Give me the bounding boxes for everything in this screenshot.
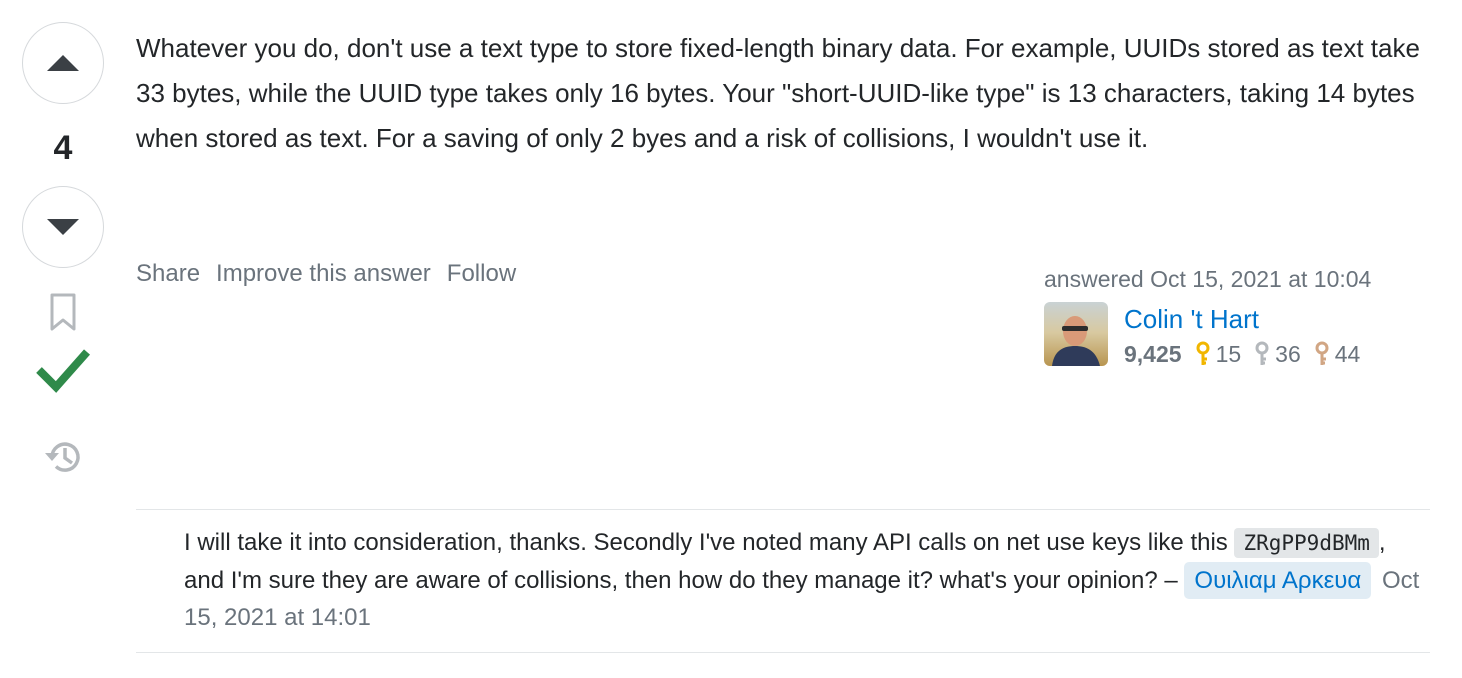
improve-answer-link[interactable]: Improve this answer	[216, 256, 431, 292]
reputation-row: 9,425 15 36 44	[1124, 338, 1374, 370]
comment-user-link[interactable]: Ουιλιαμ Αρκευα	[1184, 562, 1372, 599]
gold-badges: 15	[1196, 338, 1242, 370]
gold-badge-icon	[1196, 341, 1210, 365]
avatar[interactable]	[1044, 302, 1108, 366]
history-icon[interactable]	[42, 436, 84, 478]
user-signature: answered Oct 15, 2021 at 10:04 Colin 't …	[1044, 262, 1424, 370]
vote-count: 4	[53, 129, 73, 167]
comments-list: I will take it into consideration, thank…	[136, 509, 1430, 653]
bronze-badges: 44	[1315, 338, 1361, 370]
accepted-checkmark-icon	[36, 349, 90, 393]
reputation-score: 9,425	[1124, 341, 1182, 367]
silver-badge-count: 36	[1275, 341, 1301, 367]
answered-timestamp: answered Oct 15, 2021 at 10:04	[1044, 266, 1372, 292]
comment-text: I will take it into consideration, thank…	[184, 529, 1235, 556]
follow-link[interactable]: Follow	[447, 256, 516, 292]
answer-body: Whatever you do, don't use a text type t…	[136, 33, 1420, 153]
user-name-link[interactable]: Colin 't Hart	[1124, 302, 1374, 336]
bronze-badge-icon	[1315, 341, 1329, 365]
post-menu: Share Improve this answer Follow	[136, 256, 516, 292]
share-link[interactable]: Share	[136, 256, 200, 292]
comment-code: ZRgPP9dBMm	[1234, 528, 1379, 558]
user-details: Colin 't Hart 9,425 15 36 44	[1124, 302, 1374, 370]
avatar-portrait	[1052, 316, 1100, 366]
silver-badges: 36	[1255, 338, 1301, 370]
downvote-button[interactable]	[22, 186, 104, 268]
triangle-down-icon	[47, 219, 79, 235]
bronze-badge-count: 44	[1334, 341, 1361, 367]
gold-badge-count: 15	[1215, 341, 1242, 367]
upvote-button[interactable]	[22, 22, 104, 104]
user-card: Colin 't Hart 9,425 15 36 44	[1044, 302, 1424, 370]
comment: I will take it into consideration, thank…	[136, 510, 1430, 653]
silver-badge-icon	[1255, 341, 1269, 365]
triangle-up-icon	[47, 55, 79, 71]
bookmark-icon[interactable]	[46, 292, 80, 332]
